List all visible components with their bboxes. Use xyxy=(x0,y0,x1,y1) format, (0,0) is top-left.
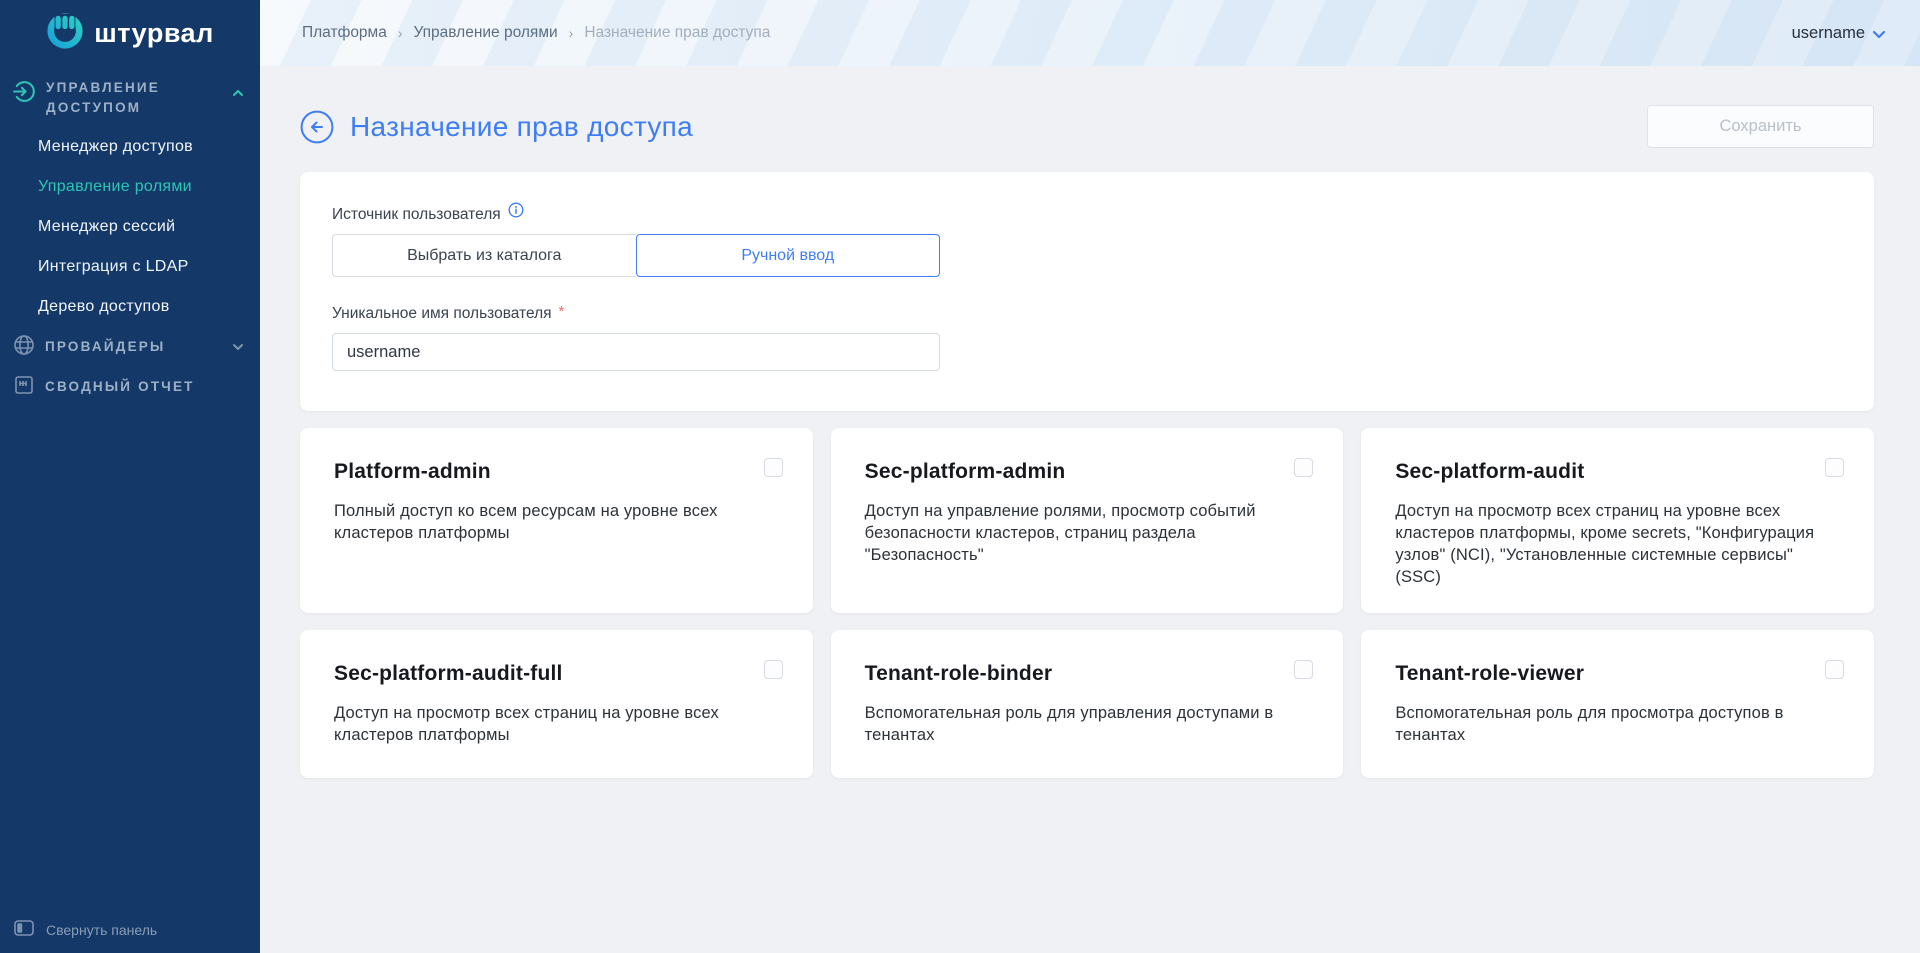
logo-icon xyxy=(46,12,84,55)
user-source-card: Источник пользователя Выбрать из каталог… xyxy=(300,172,1874,411)
source-option-manual[interactable]: Ручной ввод xyxy=(636,234,941,277)
breadcrumb-separator: › xyxy=(569,25,574,41)
top-header: Платформа › Управление ролями › Назначен… xyxy=(260,0,1920,66)
source-option-catalog[interactable]: Выбрать из каталога xyxy=(332,234,636,277)
source-label-text: Источник пользователя xyxy=(332,206,501,224)
role-description: Вспомогательная роль для просмотра досту… xyxy=(1395,703,1840,747)
sidebar-item-access-manager[interactable]: Менеджер доступов xyxy=(0,127,260,167)
role-checkbox[interactable] xyxy=(764,660,783,679)
role-title: Tenant-role-viewer xyxy=(1395,662,1840,686)
sidebar-section-access-control[interactable]: УПРАВЛЕНИЕ ДОСТУПОМ xyxy=(0,66,260,125)
roles-grid: Platform-admin Полный доступ ко всем рес… xyxy=(300,428,1874,778)
collapse-panel-label: Свернуть панель xyxy=(46,922,157,938)
source-field-label: Источник пользователя xyxy=(332,206,1842,224)
role-card-sec-platform-audit-full: Sec-platform-audit-full Доступ на просмо… xyxy=(300,630,813,778)
role-description: Доступ на управление ролями, просмотр со… xyxy=(865,501,1310,567)
role-description: Полный доступ ко всем ресурсам на уровне… xyxy=(334,501,779,545)
title-row: Назначение прав доступа Сохранить xyxy=(300,105,1874,148)
role-card-platform-admin: Platform-admin Полный доступ ко всем рес… xyxy=(300,428,813,613)
sidebar-submenu-access: Менеджер доступов Управление ролями Мене… xyxy=(0,127,260,327)
role-card-sec-platform-audit: Sec-platform-audit Доступ на просмотр вс… xyxy=(1361,428,1874,613)
role-checkbox[interactable] xyxy=(764,458,783,477)
sidebar-section-label: УПРАВЛЕНИЕ ДОСТУПОМ xyxy=(46,78,223,117)
app-root: штурвал УПРАВЛЕНИЕ ДОСТУПОМ Менеджер дос… xyxy=(0,0,1920,953)
role-title: Sec-platform-audit xyxy=(1395,460,1840,484)
breadcrumb: Платформа › Управление ролями › Назначен… xyxy=(302,24,770,42)
role-card-tenant-role-viewer: Tenant-role-viewer Вспомогательная роль … xyxy=(1361,630,1874,778)
role-title: Tenant-role-binder xyxy=(865,662,1310,686)
breadcrumb-separator: › xyxy=(398,25,403,41)
chevron-down-icon xyxy=(232,338,244,356)
role-checkbox[interactable] xyxy=(1294,660,1313,679)
role-card-sec-platform-admin: Sec-platform-admin Доступ на управление … xyxy=(831,428,1344,613)
sidebar-item-ldap-integration[interactable]: Интеграция с LDAP xyxy=(0,247,260,287)
role-title: Platform-admin xyxy=(334,460,779,484)
login-arrow-icon xyxy=(12,79,37,109)
username-input[interactable] xyxy=(332,333,940,371)
page-title: Назначение прав доступа xyxy=(350,111,693,143)
role-title: Sec-platform-audit-full xyxy=(334,662,779,686)
user-menu[interactable]: username xyxy=(1792,22,1886,44)
username-field-label: Уникальное имя пользователя * xyxy=(332,305,1842,323)
sidebar: штурвал УПРАВЛЕНИЕ ДОСТУПОМ Менеджер дос… xyxy=(0,0,260,953)
back-button[interactable] xyxy=(300,110,334,144)
report-window-icon xyxy=(12,373,36,402)
sidebar-section-providers[interactable]: ПРОВАЙДЕРЫ xyxy=(0,327,260,367)
username-label: username xyxy=(1792,24,1865,43)
sidebar-section-label: ПРОВАЙДЕРЫ xyxy=(45,340,223,354)
main-area: Платформа › Управление ролями › Назначен… xyxy=(260,0,1920,953)
sidebar-section-label: СВОДНЫЙ ОТЧЕТ xyxy=(45,380,244,394)
role-checkbox[interactable] xyxy=(1825,458,1844,477)
page-content: Назначение прав доступа Сохранить Источн… xyxy=(260,66,1920,953)
chevron-up-icon xyxy=(232,84,244,102)
chevron-down-icon xyxy=(1872,25,1886,44)
save-button[interactable]: Сохранить xyxy=(1647,105,1874,148)
collapse-panel-button[interactable]: Свернуть панель xyxy=(14,920,157,939)
role-title: Sec-platform-admin xyxy=(865,460,1310,484)
info-icon[interactable] xyxy=(508,202,524,223)
sidebar-section-summary-report[interactable]: СВОДНЫЙ ОТЧЕТ xyxy=(0,367,260,407)
logo-text: штурвал xyxy=(94,18,213,49)
role-checkbox[interactable] xyxy=(1825,660,1844,679)
role-card-tenant-role-binder: Tenant-role-binder Вспомогательная роль … xyxy=(831,630,1344,778)
globe-icon xyxy=(12,333,36,362)
breadcrumb-platform[interactable]: Платформа xyxy=(302,24,387,42)
logo[interactable]: штурвал xyxy=(0,0,260,66)
sidebar-item-access-tree[interactable]: Дерево доступов xyxy=(0,287,260,327)
sidebar-item-session-manager[interactable]: Менеджер сессий xyxy=(0,207,260,247)
role-description: Доступ на просмотр всех страниц на уровн… xyxy=(1395,501,1840,589)
role-checkbox[interactable] xyxy=(1294,458,1313,477)
role-description: Вспомогательная роль для управления дост… xyxy=(865,703,1310,747)
sidebar-item-role-management[interactable]: Управление ролями xyxy=(0,167,260,207)
role-description: Доступ на просмотр всех страниц на уровн… xyxy=(334,703,779,747)
breadcrumb-role-management[interactable]: Управление ролями xyxy=(414,24,558,42)
required-mark: * xyxy=(559,303,565,320)
user-source-toggle: Выбрать из каталога Ручной ввод xyxy=(332,234,940,277)
collapse-panel-icon xyxy=(14,920,34,939)
breadcrumb-current: Назначение прав доступа xyxy=(584,24,770,42)
username-label-text: Уникальное имя пользователя xyxy=(332,305,552,323)
